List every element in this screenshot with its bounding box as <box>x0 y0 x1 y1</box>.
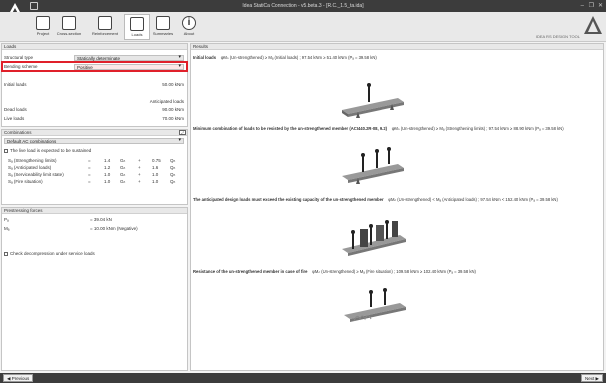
combination-factor-g[interactable]: 1.2 <box>104 164 110 171</box>
result-formula: φMₙ (Un-strengthened) < Mₐ (Anticipated … <box>388 197 558 202</box>
result-title: Minimum combination of loads to be resis… <box>193 126 388 131</box>
ribbon-project[interactable]: Project <box>30 14 56 40</box>
brand-text: IDEA RS DESIGN TOOL <box>535 34 580 39</box>
result-formula: φMₙ (Un-strengthened) ≥ Mₐ (Fire situati… <box>312 269 476 274</box>
dead-loads-label: Dead loads <box>4 107 27 112</box>
initial-loads-label: Initial loads <box>4 82 27 87</box>
project-icon <box>36 16 50 30</box>
combination-name: Sₐ (Strengthening limits) <box>8 158 57 163</box>
combination-factor-q[interactable]: 1.0 <box>152 171 158 178</box>
brand-logo-icon <box>584 16 602 34</box>
combination-g: Gₙ <box>120 165 126 170</box>
sustained-label: The live load is expected to be sustaine… <box>10 148 92 153</box>
prestressing-header: Prestressing forces <box>2 208 187 214</box>
loads-icon <box>130 17 144 31</box>
combination-factor-g[interactable]: 1.0 <box>104 171 110 178</box>
m-label: Mₐ <box>4 226 10 231</box>
loads-header: Loads <box>2 44 187 50</box>
beam-illustration-fire <box>344 288 406 322</box>
result-item: The anticipated design loads must exceed… <box>193 197 558 203</box>
combination-factor-g[interactable]: 1.0 <box>104 178 110 185</box>
ribbon: Project Cross-section Reinforcement Load… <box>0 12 606 42</box>
expand-icon[interactable]: ⤢ <box>179 130 186 135</box>
bottom-bar: ◀ Previous Next ▶ <box>0 373 606 383</box>
results-header: Results <box>191 44 603 50</box>
result-formula: φMₙ (Un-strengthened) ≥ Mₐ (Strengthenin… <box>391 126 564 131</box>
previous-button[interactable]: ◀ Previous <box>3 374 34 382</box>
combination-q: Qₙ <box>170 165 176 170</box>
combination-q: Qₙ <box>170 172 176 177</box>
result-item: Initial loads φMₙ (Un-strengthened) ≥ Mₐ… <box>193 55 377 61</box>
decompression-label: Check decompression under service loads <box>10 251 95 256</box>
info-icon: i <box>182 16 196 30</box>
ribbon-cross-section[interactable]: Cross-section <box>56 14 82 40</box>
arrow-right-icon: ▶ <box>594 376 599 381</box>
initial-loads-value[interactable]: 50.00 kNm <box>130 81 184 88</box>
title-bar: Idea StatiCa Connection - v5.beta.3 - [R… <box>0 0 606 12</box>
minimize-button[interactable]: – <box>581 0 584 12</box>
ribbon-reinforcement[interactable]: Reinforcement <box>88 14 122 40</box>
decompression-checkbox[interactable] <box>4 251 8 256</box>
p-value: = 39.04 kN <box>90 217 112 222</box>
summaries-icon <box>156 16 170 30</box>
result-title: Initial loads <box>193 55 217 60</box>
combination-g: Gₙ <box>120 172 126 177</box>
cross-section-icon <box>62 16 76 30</box>
combination-name: Sₐ (Serviceability limit state) <box>8 172 64 177</box>
window-title: Idea StatiCa Connection - v5.beta.3 - [R… <box>242 3 364 9</box>
dead-loads-value[interactable]: 90.00 kNm <box>130 106 184 113</box>
sustained-checkbox[interactable] <box>4 148 8 153</box>
decompression-row: Check decompression under service loads <box>4 250 95 257</box>
structural-type-label: Structural type <box>4 55 34 60</box>
live-loads-label: Live loads <box>4 116 25 121</box>
result-item: Resistance of the un-strengthened member… <box>193 269 476 275</box>
result-item: Minimum combination of loads to be resis… <box>193 126 564 132</box>
result-title: Resistance of the un-strengthened member… <box>193 269 308 274</box>
beam-illustration-minimum <box>342 147 404 184</box>
m-value: = 10.00 kNm (Negative) <box>90 226 138 231</box>
result-title: The anticipated design loads must exceed… <box>193 197 384 202</box>
live-loads-value[interactable]: 70.00 kNm <box>130 115 184 122</box>
close-button[interactable]: ✕ <box>598 0 603 12</box>
combination-factor-q[interactable]: 1.6 <box>152 164 158 171</box>
anticipated-loads-header: Anticipated loads <box>149 99 184 104</box>
combinations-select[interactable]: Default AC combinations <box>4 138 184 144</box>
result-formula: φMₙ (Un-strengthened) ≥ Mₐ (Initial load… <box>220 55 377 60</box>
ribbon-loads[interactable]: Loads <box>124 14 150 40</box>
combination-factor-q[interactable]: 1.0 <box>152 178 158 185</box>
combination-factor-q[interactable]: 0.75 <box>152 157 161 164</box>
combination-name: Sₐ (Fire situation) <box>8 179 43 184</box>
combination-name: Sₐ (Anticipated loads) <box>8 165 52 170</box>
sustained-row: The live load is expected to be sustaine… <box>4 147 91 154</box>
combination-g: Gₙ <box>120 158 126 163</box>
combination-q: Qₙ <box>170 158 176 163</box>
combinations-header: Combinations <box>2 130 187 136</box>
reinforcement-icon <box>98 16 112 30</box>
combination-q: Qₙ <box>170 179 176 184</box>
p-label: Pₐ <box>4 217 9 222</box>
next-button[interactable]: Next ▶ <box>581 374 603 382</box>
beam-illustration-anticipated <box>342 220 406 256</box>
ribbon-about[interactable]: i About <box>176 14 202 40</box>
combination-factor-g[interactable]: 1.4 <box>104 157 110 164</box>
ribbon-summaries[interactable]: Summaries <box>150 14 176 40</box>
restore-button[interactable]: ❐ <box>589 0 594 12</box>
beam-illustration-initial <box>342 83 404 118</box>
combination-g: Gₙ <box>120 179 126 184</box>
highlight-box <box>1 61 188 72</box>
